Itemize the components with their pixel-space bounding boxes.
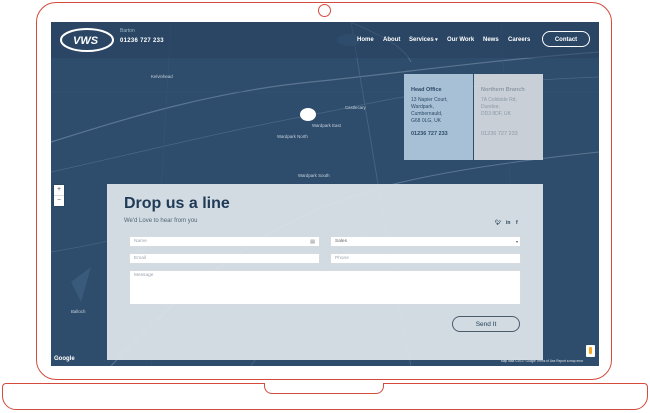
message-placeholder: Message	[134, 273, 154, 278]
name-field[interactable]: Name ▤	[129, 236, 320, 247]
header-branch: Barton	[120, 28, 135, 34]
site-header: VWS Barton 01236 727 233 Home About Serv…	[51, 22, 599, 58]
phone-field[interactable]: Phone	[330, 253, 521, 264]
email-field[interactable]: Email	[129, 253, 320, 264]
head-office-address-line: Wardpark,	[411, 104, 434, 110]
head-office-address-line: G68 0LG, UK	[411, 118, 442, 124]
head-office-address-line: 13 Napier Court,	[411, 97, 448, 103]
head-office-phone: 01236 727 233	[411, 131, 448, 137]
street-view-icon[interactable]	[586, 345, 595, 357]
email-placeholder: Email	[134, 256, 146, 261]
department-value: Sales	[335, 239, 347, 244]
form-title: Drop us a line	[124, 195, 230, 212]
map-label: Wardpark East	[312, 123, 341, 128]
contact-card-icon: ▤	[310, 239, 315, 245]
zoom-out-button[interactable]: −	[54, 196, 64, 206]
send-button[interactable]: Send It	[452, 316, 520, 332]
map-marker-icon[interactable]	[300, 108, 316, 121]
head-office-address-line: Cumbernauld,	[411, 111, 443, 117]
chevron-down-icon: ▾	[433, 37, 438, 43]
nav-careers[interactable]: Careers	[508, 37, 530, 43]
northern-branch-phone: 01236 727 233	[481, 131, 518, 137]
laptop-notch	[264, 383, 384, 394]
message-field[interactable]: Message	[129, 270, 521, 305]
northern-branch-card[interactable]: Northern Branch 7A Coldside Rd, Dundee, …	[474, 74, 543, 160]
map-terms[interactable]: Map data ©2017 Google Terms of Use Repor…	[501, 359, 583, 363]
northern-branch-address-line: Dundee,	[481, 104, 500, 110]
camera-icon	[318, 4, 331, 17]
map-zoom-controls: + −	[54, 185, 64, 206]
website-screen: Kelvinhead Castlecary Wardpark East Ward…	[51, 22, 599, 366]
northern-branch-address-line: DD3 8DF, UK	[481, 111, 512, 117]
phone-placeholder: Phone	[335, 256, 349, 261]
head-office-card[interactable]: Head Office 13 Napier Court, Wardpark, C…	[404, 74, 473, 160]
northern-branch-title: Northern Branch	[481, 87, 525, 93]
name-placeholder: Name	[134, 239, 147, 244]
map-label: Wardpark North	[277, 134, 308, 139]
nav-services[interactable]: Services ▾	[409, 37, 438, 43]
nav-our-work[interactable]: Our Work	[447, 37, 474, 43]
header-phone[interactable]: 01236 727 233	[120, 38, 164, 44]
map-label: Balloch	[71, 309, 86, 314]
twitter-icon[interactable]: 🐦︎	[495, 220, 501, 226]
nav-news[interactable]: News	[483, 37, 499, 43]
logo-text: VWS	[73, 35, 99, 47]
nav-home[interactable]: Home	[357, 37, 374, 43]
google-logo: Google	[54, 356, 75, 362]
northern-branch-address-line: 7A Coldside Rd,	[481, 97, 517, 103]
chevron-down-icon: ▾	[515, 239, 518, 244]
head-office-title: Head Office	[411, 87, 442, 93]
contact-form-panel: Drop us a line We'd Love to hear from yo…	[107, 184, 543, 360]
contact-button[interactable]: Contact	[542, 31, 590, 47]
map-label: Wardpark South	[298, 173, 330, 178]
vws-logo[interactable]: VWS	[59, 27, 115, 53]
form-subtitle: We'd Love to hear from you	[124, 218, 198, 224]
facebook-icon[interactable]: f	[516, 220, 518, 226]
map-label: Castlecary	[345, 105, 366, 110]
nav-about[interactable]: About	[383, 37, 400, 43]
linkedin-icon[interactable]: in	[506, 220, 510, 226]
map-label: Kelvinhead	[151, 74, 173, 79]
zoom-in-button[interactable]: +	[54, 185, 64, 196]
department-select[interactable]: Sales ▾	[330, 236, 521, 247]
nav-services-label: Services	[409, 37, 434, 43]
